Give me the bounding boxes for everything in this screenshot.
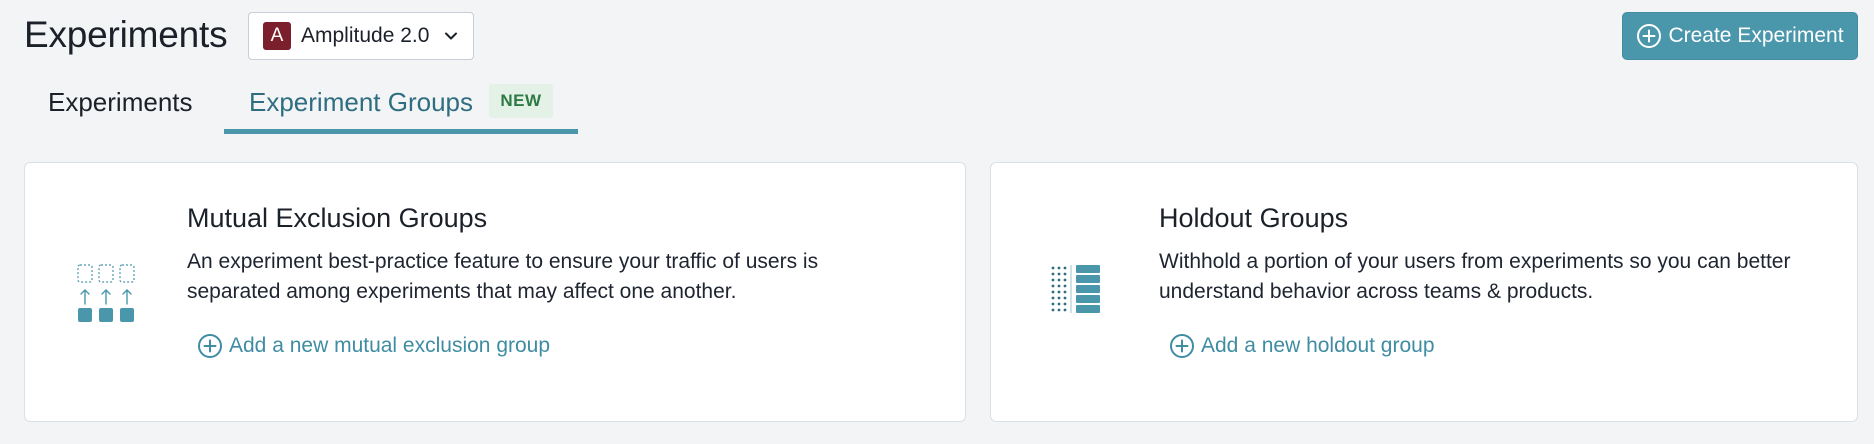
mutual-exclusion-card: Mutual Exclusion Groups An experiment be… xyxy=(24,162,966,422)
tab-label: Experiment Groups xyxy=(249,87,473,117)
create-experiment-label: Create Experiment xyxy=(1668,24,1844,47)
new-badge: NEW xyxy=(489,84,553,118)
page-title: Experiments xyxy=(24,14,228,55)
plus-circle-icon xyxy=(1170,334,1194,358)
plus-circle-icon xyxy=(1637,24,1662,48)
project-selector[interactable]: A Amplitude 2.0 xyxy=(248,12,474,60)
card-title: Mutual Exclusion Groups xyxy=(187,203,488,233)
link-label: Add a new mutual exclusion group xyxy=(229,334,551,357)
create-experiment-button[interactable]: Create Experiment xyxy=(1622,12,1858,60)
chevron-down-icon xyxy=(443,28,459,44)
card-description: Withhold a portion of your users from ex… xyxy=(1159,250,1791,303)
tab-bar: Experiments Experiment Groups NEW xyxy=(24,74,584,134)
plus-circle-icon xyxy=(198,334,222,358)
card-title: Holdout Groups xyxy=(1159,203,1349,233)
link-label: Add a new holdout group xyxy=(1201,334,1435,357)
holdout-icon xyxy=(1051,265,1107,322)
project-avatar: A xyxy=(263,22,291,50)
add-holdout-group-link[interactable]: Add a new holdout group xyxy=(1169,333,1435,359)
experiments-page: Experiments A Amplitude 2.0 Create Exper… xyxy=(0,0,1874,444)
tab-experiments[interactable]: Experiments xyxy=(48,74,193,134)
mutual-exclusion-icon xyxy=(77,263,137,330)
card-description: An experiment best-practice feature to e… xyxy=(187,250,819,303)
holdout-card: Holdout Groups Withhold a portion of you… xyxy=(990,162,1858,422)
tab-label: Experiments xyxy=(48,87,193,117)
add-mutual-exclusion-group-link[interactable]: Add a new mutual exclusion group xyxy=(197,333,550,359)
tab-experiment-groups[interactable]: Experiment Groups NEW xyxy=(224,74,578,134)
project-name: Amplitude 2.0 xyxy=(301,24,430,47)
